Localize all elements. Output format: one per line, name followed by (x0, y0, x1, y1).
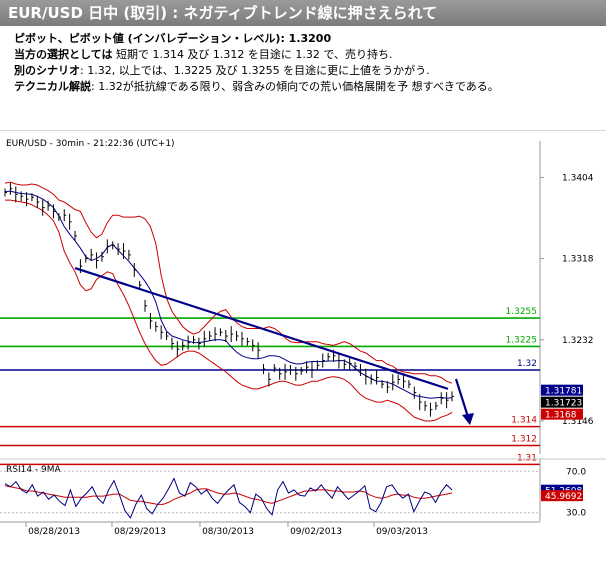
rsi-line (4, 477, 453, 519)
alt-scenario-text: : 1.32, 以上では、1.3225 及び 1.3255 を目途に更に上値をう… (80, 64, 430, 77)
price-badge-label: 1.31723 (545, 399, 582, 409)
pivot-row: ピボット、ピボット値 (インバレデーション・レベル): 1.3200 (14, 31, 594, 47)
rsi-title: RSI14 - 9MA (6, 465, 62, 475)
page-title: EUR/USD 日中 (取引) : ネガティブトレンド線に押さえられて (0, 0, 606, 26)
level-label: 1.3255 (506, 307, 538, 317)
technical-row: テクニカル解説: 1.32が抵抗線である限り、弱含みの傾向での荒い価格展開を予 … (14, 79, 594, 95)
lower-bollinger-band (5, 199, 453, 422)
y-tick-label: 1.3404 (562, 173, 594, 183)
alt-scenario-row: 別のシナリオ: 1.32, 以上では、1.3225 及び 1.3255 を目途に… (14, 63, 594, 79)
x-tick-label: 09/02/2013 (290, 527, 342, 537)
x-tick-label: 08/30/2013 (202, 527, 254, 537)
level-label: 1.312 (511, 435, 537, 445)
x-tick-label: 08/29/2013 (114, 527, 166, 537)
scenario-label: 当方の選択としては (14, 48, 113, 61)
moving-average-line (4, 190, 453, 399)
alt-scenario-label: 別のシナリオ (14, 64, 80, 77)
rsi-ma-label: 45.9692 (545, 492, 582, 502)
upper-bollinger-band (4, 181, 453, 384)
scenario-text: 短期で 1.314 及び 1.312 を目途に 1.32 で、売り持ち. (112, 48, 393, 61)
y-tick-label: 1.3318 (562, 255, 594, 265)
technical-label: テクニカル解説 (14, 80, 91, 93)
level-label: 1.31 (517, 453, 537, 463)
analysis-summary: ピボット、ピボット値 (インバレデーション・レベル): 1.3200 当方の選択… (14, 31, 594, 95)
level-label: 1.32 (517, 359, 537, 369)
price-chart: EUR/USD - 30min - 21:22:36 (UTC+1) 1.3404… (0, 139, 606, 537)
projection-arrow-head (462, 413, 474, 425)
level-label: 1.314 (511, 416, 537, 426)
pivot-value: 1.3200 (288, 32, 332, 45)
x-tick-label: 08/28/2013 (28, 527, 80, 537)
chart-title: EUR/USD - 30min - 21:22:36 (UTC+1) (6, 139, 175, 149)
projection-arrow-shaft (454, 378, 470, 418)
pivot-label: ピボット、ピボット値 (インバレデーション・レベル): (14, 32, 289, 45)
chart-panel: EUR/USD - 30min - 21:22:36 (UTC+1) 1.3404… (0, 130, 606, 561)
scenario-row: 当方の選択としては 短期で 1.314 及び 1.312 を目途に 1.32 で… (14, 47, 594, 63)
price-badge-label: 1.31781 (545, 387, 582, 397)
level-label: 1.3225 (506, 335, 538, 345)
technical-text: : 1.32が抵抗線である限り、弱含みの傾向での荒い価格展開を予 想すべきである… (91, 80, 499, 93)
price-badge-label: 1.3168 (545, 411, 577, 421)
x-tick-label: 09/03/2013 (376, 527, 428, 537)
y-tick-label: 1.3232 (562, 336, 594, 346)
rsi-tick-label: 70.0 (566, 467, 586, 477)
rsi-tick-label: 30.0 (566, 509, 586, 519)
